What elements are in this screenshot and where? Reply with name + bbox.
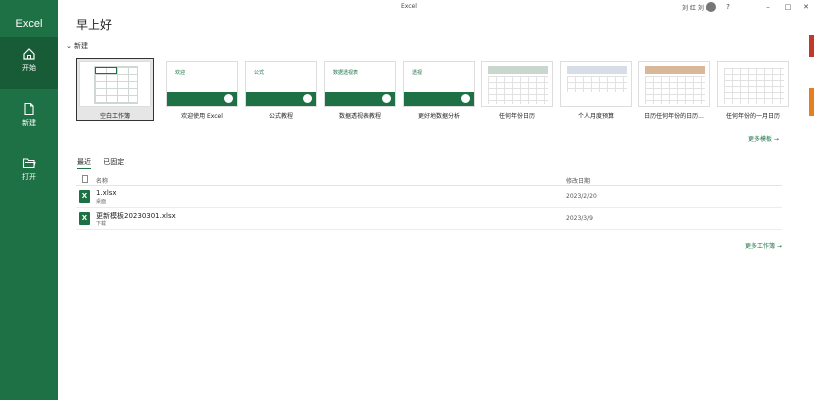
template-thumbnail — [717, 61, 789, 107]
file-location: 桌面 — [96, 199, 107, 205]
template-name: 空白工作簿 — [99, 113, 130, 120]
template-thumbnail — [638, 61, 710, 107]
sidebar-item-label: 打开 — [22, 173, 36, 181]
thumbnail-text: 欢迎 — [175, 70, 186, 76]
template-blank-workbook[interactable]: 空白工作簿 — [76, 58, 154, 121]
greeting: 早上好 — [76, 18, 113, 32]
sidebar-item-home[interactable]: 开始 — [0, 37, 58, 89]
template-january-calendar[interactable]: 任何年份的一月日历 — [717, 61, 789, 120]
column-date[interactable]: 修改日期 — [566, 176, 590, 185]
help-icon[interactable]: ? — [723, 2, 733, 12]
template-welcome[interactable]: 欢迎 欢迎使用 Excel — [166, 61, 238, 120]
thumbnail-text: 数据透视表 — [333, 70, 359, 76]
more-workbooks-link[interactable]: 更多工作簿 → — [745, 241, 782, 250]
template-name: 任何年份的一月日历 — [725, 113, 780, 120]
sidebar-item-label: 开始 — [22, 64, 36, 72]
minimize-icon[interactable]: – — [763, 2, 773, 12]
excel-file-icon: X — [79, 190, 90, 203]
file-list: 名称 修改日期 X 1.xlsx 桌面 2023/2/20 X 更新模板2023… — [76, 172, 782, 230]
arrow-icon — [224, 94, 233, 103]
template-name: 日历任何年份的日历... — [644, 113, 704, 120]
home-icon — [23, 48, 35, 60]
app-title: Excel — [15, 18, 43, 30]
budget-banner — [567, 66, 627, 74]
template-any-year-calendar[interactable]: 任何年份日历 — [481, 61, 553, 120]
formula-icon — [303, 94, 312, 103]
template-name: 公式教程 — [268, 113, 293, 120]
avatar[interactable] — [706, 2, 716, 12]
tab-recent[interactable]: 最近 — [77, 158, 91, 169]
more-templates-link[interactable]: 更多模板 → — [748, 134, 779, 143]
template-thumbnail — [560, 61, 632, 107]
template-formulas[interactable]: 公式 公式教程 — [245, 61, 317, 120]
calendar-grid — [724, 68, 784, 104]
calendar-banner — [645, 66, 705, 74]
file-date: 2023/3/9 — [566, 215, 593, 222]
template-thumbnail — [79, 61, 151, 107]
template-name: 数据透视表教程 — [338, 113, 381, 120]
thumbnail-text: 公式 — [254, 70, 265, 76]
file-type-icon — [82, 175, 88, 183]
file-list-header: 名称 修改日期 — [76, 172, 782, 186]
calendar-grid — [645, 76, 705, 104]
sidebar-item-open[interactable]: 打开 — [0, 146, 58, 198]
template-thumbnail: 数据透视表 — [324, 61, 396, 107]
new-section-header[interactable]: ⌄ 新建 — [66, 41, 88, 51]
tab-pinned[interactable]: 已固定 — [103, 158, 124, 166]
cell-selection — [95, 67, 117, 74]
close-icon[interactable]: ✕ — [801, 2, 811, 12]
template-thumbnail: 透视 — [403, 61, 475, 107]
template-thumbnail: 公式 — [245, 61, 317, 107]
new-file-icon — [24, 102, 34, 116]
template-thumbnail — [481, 61, 553, 107]
excel-file-icon: X — [79, 212, 90, 225]
folder-open-icon — [22, 158, 36, 169]
edge-marker — [809, 88, 814, 116]
template-thumbnail: 欢迎 — [166, 61, 238, 107]
file-name: 1.xlsx — [96, 189, 117, 197]
table-row[interactable]: X 更新模板20230301.xlsx 下载 2023/3/9 — [76, 208, 782, 230]
template-name: 欢迎使用 Excel — [181, 113, 223, 120]
template-name: 个人月度预算 — [577, 113, 614, 120]
maximize-icon[interactable]: □ — [783, 2, 793, 12]
thumbnail-text: 透视 — [412, 70, 423, 76]
edge-marker — [809, 35, 814, 57]
template-monthly-budget[interactable]: 个人月度预算 — [560, 61, 632, 120]
template-pivot-table[interactable]: 数据透视表 数据透视表教程 — [324, 61, 396, 120]
chevron-down-icon: ⌄ — [66, 42, 72, 50]
sidebar: Excel 开始 新建 打开 — [0, 0, 58, 400]
calendar-banner — [488, 66, 548, 74]
analysis-icon — [461, 94, 470, 103]
template-data-analysis[interactable]: 透视 更好地数据分析 — [403, 61, 475, 120]
template-name: 任何年份日历 — [498, 113, 535, 120]
file-location: 下载 — [96, 221, 107, 227]
template-name: 更好地数据分析 — [417, 113, 460, 120]
column-name[interactable]: 名称 — [96, 176, 108, 185]
template-calendar[interactable]: 日历任何年份的日历... — [638, 61, 710, 120]
budget-grid — [567, 76, 627, 92]
sidebar-item-new[interactable]: 新建 — [0, 92, 58, 144]
file-name: 更新模板20230301.xlsx — [96, 212, 176, 220]
pivot-icon — [382, 94, 391, 103]
title-bar: Excel 刘 红 刘 红 ? – □ ✕ — [58, 0, 814, 14]
grid-preview — [94, 66, 138, 104]
sidebar-item-label: 新建 — [22, 119, 36, 127]
table-row[interactable]: X 1.xlsx 桌面 2023/2/20 — [76, 186, 782, 208]
file-date: 2023/2/20 — [566, 193, 597, 200]
file-tabs: 最近 已固定 — [77, 157, 134, 169]
window-title: Excel — [401, 3, 417, 10]
calendar-grid — [488, 76, 548, 104]
